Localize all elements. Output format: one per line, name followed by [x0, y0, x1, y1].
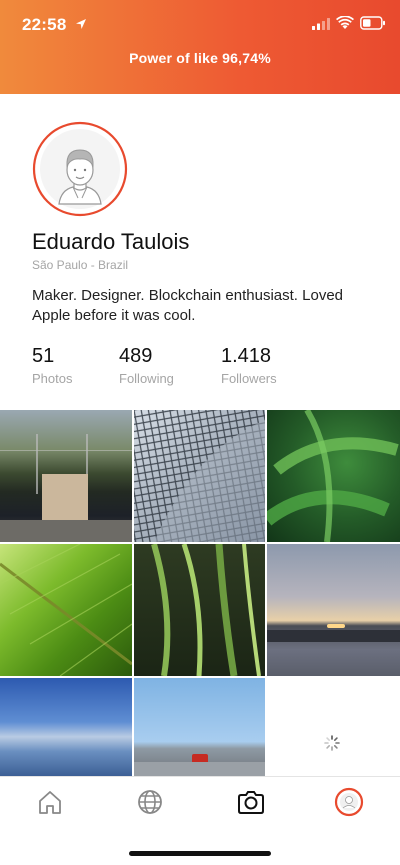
location-arrow-icon [76, 19, 86, 29]
stat-photos[interactable]: 51 Photos [32, 345, 72, 386]
photo-tile[interactable] [134, 678, 265, 776]
photo-grid [0, 410, 400, 776]
profile-location: São Paulo - Brazil [32, 258, 129, 272]
status-time: 22:58 [22, 15, 67, 34]
stat-following-value: 489 [119, 345, 153, 367]
profile-name: Eduardo Taulois [32, 229, 190, 254]
loading-spinner-icon [324, 735, 340, 751]
avatar-progress-ring [32, 121, 128, 217]
globe-icon[interactable] [135, 787, 165, 817]
battery-icon [360, 16, 385, 30]
home-icon[interactable] [35, 787, 65, 817]
photo-tile-loading [267, 678, 400, 776]
photo-tile[interactable] [267, 544, 400, 676]
wifi-icon [336, 16, 354, 29]
avatar[interactable] [31, 120, 129, 218]
profile-ring-icon[interactable] [334, 787, 364, 817]
power-of-like-text: Power of like 96,74% [129, 50, 271, 66]
stat-following[interactable]: 489 Following [119, 345, 174, 386]
status-bar: 22:58 [0, 0, 400, 48]
stat-followers-label: Followers [221, 371, 277, 386]
stat-following-label: Following [119, 371, 174, 386]
photo-tile[interactable] [0, 544, 132, 676]
stat-photos-value: 51 [32, 345, 55, 367]
stat-photos-label: Photos [32, 371, 73, 386]
photo-tile[interactable] [134, 410, 265, 542]
home-indicator[interactable] [129, 851, 271, 856]
photo-tile[interactable] [0, 410, 132, 542]
photo-tile[interactable] [134, 544, 265, 676]
stat-followers-value: 1.418 [221, 345, 272, 367]
photo-tile[interactable] [267, 410, 400, 542]
header-banner: 22:58 Power of like 96,74% [0, 0, 400, 94]
camera-icon[interactable] [236, 787, 266, 817]
tab-bar [0, 776, 400, 831]
stat-followers[interactable]: 1.418 Followers [221, 345, 277, 386]
cellular-signal-icon [312, 18, 330, 30]
profile-bio: Maker. Designer. Blockchain enthusiast. … [32, 287, 344, 324]
photo-tile[interactable] [0, 678, 132, 776]
